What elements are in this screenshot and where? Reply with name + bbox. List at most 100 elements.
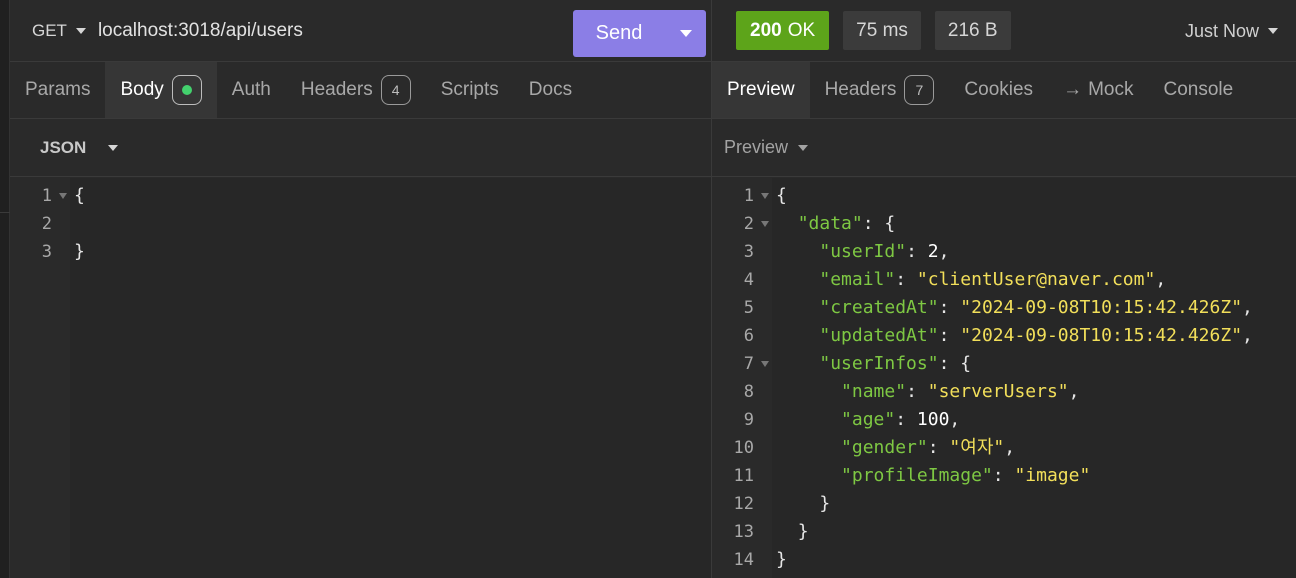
response-size: 216 B [934, 11, 1011, 50]
json-sep: : [906, 241, 928, 262]
line-number: 13 [733, 522, 754, 542]
status-badge: 200 OK [736, 11, 830, 50]
body-mode-bar: JSON [10, 119, 711, 177]
tab-preview[interactable]: Preview [712, 62, 810, 118]
json-val: "image" [1014, 465, 1091, 486]
code-area[interactable]: { "data": { "userId": 2, "email": "clien… [772, 178, 1296, 578]
tab-label: Console [1163, 79, 1234, 100]
json-key: "age" [841, 409, 896, 430]
json-punct: } [797, 521, 809, 542]
code-line: } [776, 518, 809, 546]
json-key: "userId" [819, 241, 907, 262]
json-sep: : [938, 325, 961, 346]
json-val: "여자" [949, 437, 1005, 458]
code-line: } [74, 241, 85, 262]
code-line: "userId": 2, [776, 238, 949, 266]
response-status-bar: 200 OK 75 ms 216 B Just Now [712, 0, 1296, 62]
body-status-badge [171, 75, 202, 105]
fold-triangle-icon[interactable] [761, 193, 769, 199]
send-button[interactable]: Send [573, 10, 706, 57]
json-punct: , [1242, 297, 1253, 318]
method-label: GET [32, 20, 67, 40]
code-line: "profileImage": "image" [776, 462, 1090, 490]
tab-body[interactable]: Body [105, 62, 217, 118]
tab-console[interactable]: Console [1148, 62, 1248, 118]
code-line: "email": "clientUser@naver.com", [776, 266, 1166, 294]
line-number: 2 [41, 214, 52, 234]
chevron-down-icon [75, 27, 86, 34]
tab-params[interactable]: Params [10, 62, 105, 118]
code-line: "data": { [776, 210, 896, 238]
json-punct: , [1004, 437, 1016, 458]
tab-headers[interactable]: Headers 4 [286, 62, 426, 118]
line-number: 4 [743, 270, 754, 290]
tab-label: Headers [824, 79, 897, 100]
tab-label: Auth [231, 79, 271, 100]
timestamp-label: Just Now [1184, 20, 1259, 41]
tab-label: Body [120, 79, 164, 100]
json-sep: : [927, 437, 950, 458]
json-punct: , [1155, 269, 1167, 290]
tab-label: Params [25, 79, 91, 100]
body-mode-selector[interactable]: JSON [40, 138, 86, 158]
json-punct: } [819, 493, 831, 514]
request-body-editor[interactable]: 1 2 3 { } [10, 178, 711, 578]
line-number: 7 [743, 354, 754, 374]
url-input[interactable]: localhost:3018/api/users [98, 20, 303, 42]
code-area[interactable]: { } [70, 178, 711, 578]
send-options-button[interactable] [665, 10, 706, 57]
code-line: "age": 100, [776, 406, 960, 434]
status-text: OK [787, 19, 816, 41]
history-selector[interactable]: Just Now [1185, 0, 1278, 62]
chevron-down-icon[interactable] [108, 144, 119, 151]
line-number: 12 [733, 494, 754, 514]
send-label: Send [595, 22, 643, 44]
tab-label: Preview [727, 79, 795, 100]
tab-scripts[interactable]: Scripts [426, 62, 514, 118]
json-val: "serverUsers" [927, 381, 1069, 402]
json-sep: : [992, 465, 1015, 486]
code-line: "gender": "여자", [776, 434, 1015, 462]
tab-mock[interactable]: → Mock [1048, 62, 1148, 118]
tab-auth[interactable]: Auth [217, 62, 286, 118]
tab-label: Cookies [964, 79, 1034, 100]
chevron-down-icon[interactable] [798, 144, 809, 151]
fold-triangle-icon[interactable] [761, 361, 769, 367]
code-line: } [776, 546, 787, 574]
json-punct: , [949, 409, 961, 430]
code-line: "userInfos": { [776, 350, 971, 378]
tab-label: Docs [528, 79, 573, 100]
tab-docs[interactable]: Docs [514, 62, 587, 118]
tab-label: Mock [1088, 79, 1134, 100]
method-selector[interactable]: GET [32, 21, 86, 41]
tab-cookies[interactable]: Cookies [949, 62, 1048, 118]
fold-triangle-icon[interactable] [59, 193, 67, 199]
json-key: "email" [819, 269, 896, 290]
line-number: 11 [733, 466, 754, 486]
green-dot-icon [181, 85, 192, 95]
json-punct: { [884, 213, 896, 234]
json-key: "userInfos" [819, 353, 939, 374]
chevron-down-icon [1268, 28, 1278, 34]
json-sep: : [895, 269, 917, 290]
json-punct: , [938, 241, 950, 262]
fold-triangle-icon[interactable] [761, 221, 769, 227]
tab-response-headers[interactable]: Headers 7 [810, 62, 950, 118]
left-edge-strip [0, 0, 10, 578]
json-sep: : [895, 409, 917, 430]
preview-mode-selector[interactable]: Preview [724, 137, 788, 158]
json-punct: , [1242, 325, 1253, 346]
json-sep: : [862, 213, 885, 234]
line-number: 9 [743, 410, 754, 430]
arrow-right-icon: → [1063, 79, 1083, 100]
json-sep: : [938, 353, 961, 374]
json-val: 2 [927, 241, 939, 262]
code-line: "updatedAt": "2024-09-08T10:15:42.426Z", [776, 322, 1253, 350]
response-time: 75 ms [843, 11, 921, 50]
json-key: "gender" [841, 437, 928, 458]
response-pane: 200 OK 75 ms 216 B Just Now Preview Head… [711, 0, 1296, 578]
